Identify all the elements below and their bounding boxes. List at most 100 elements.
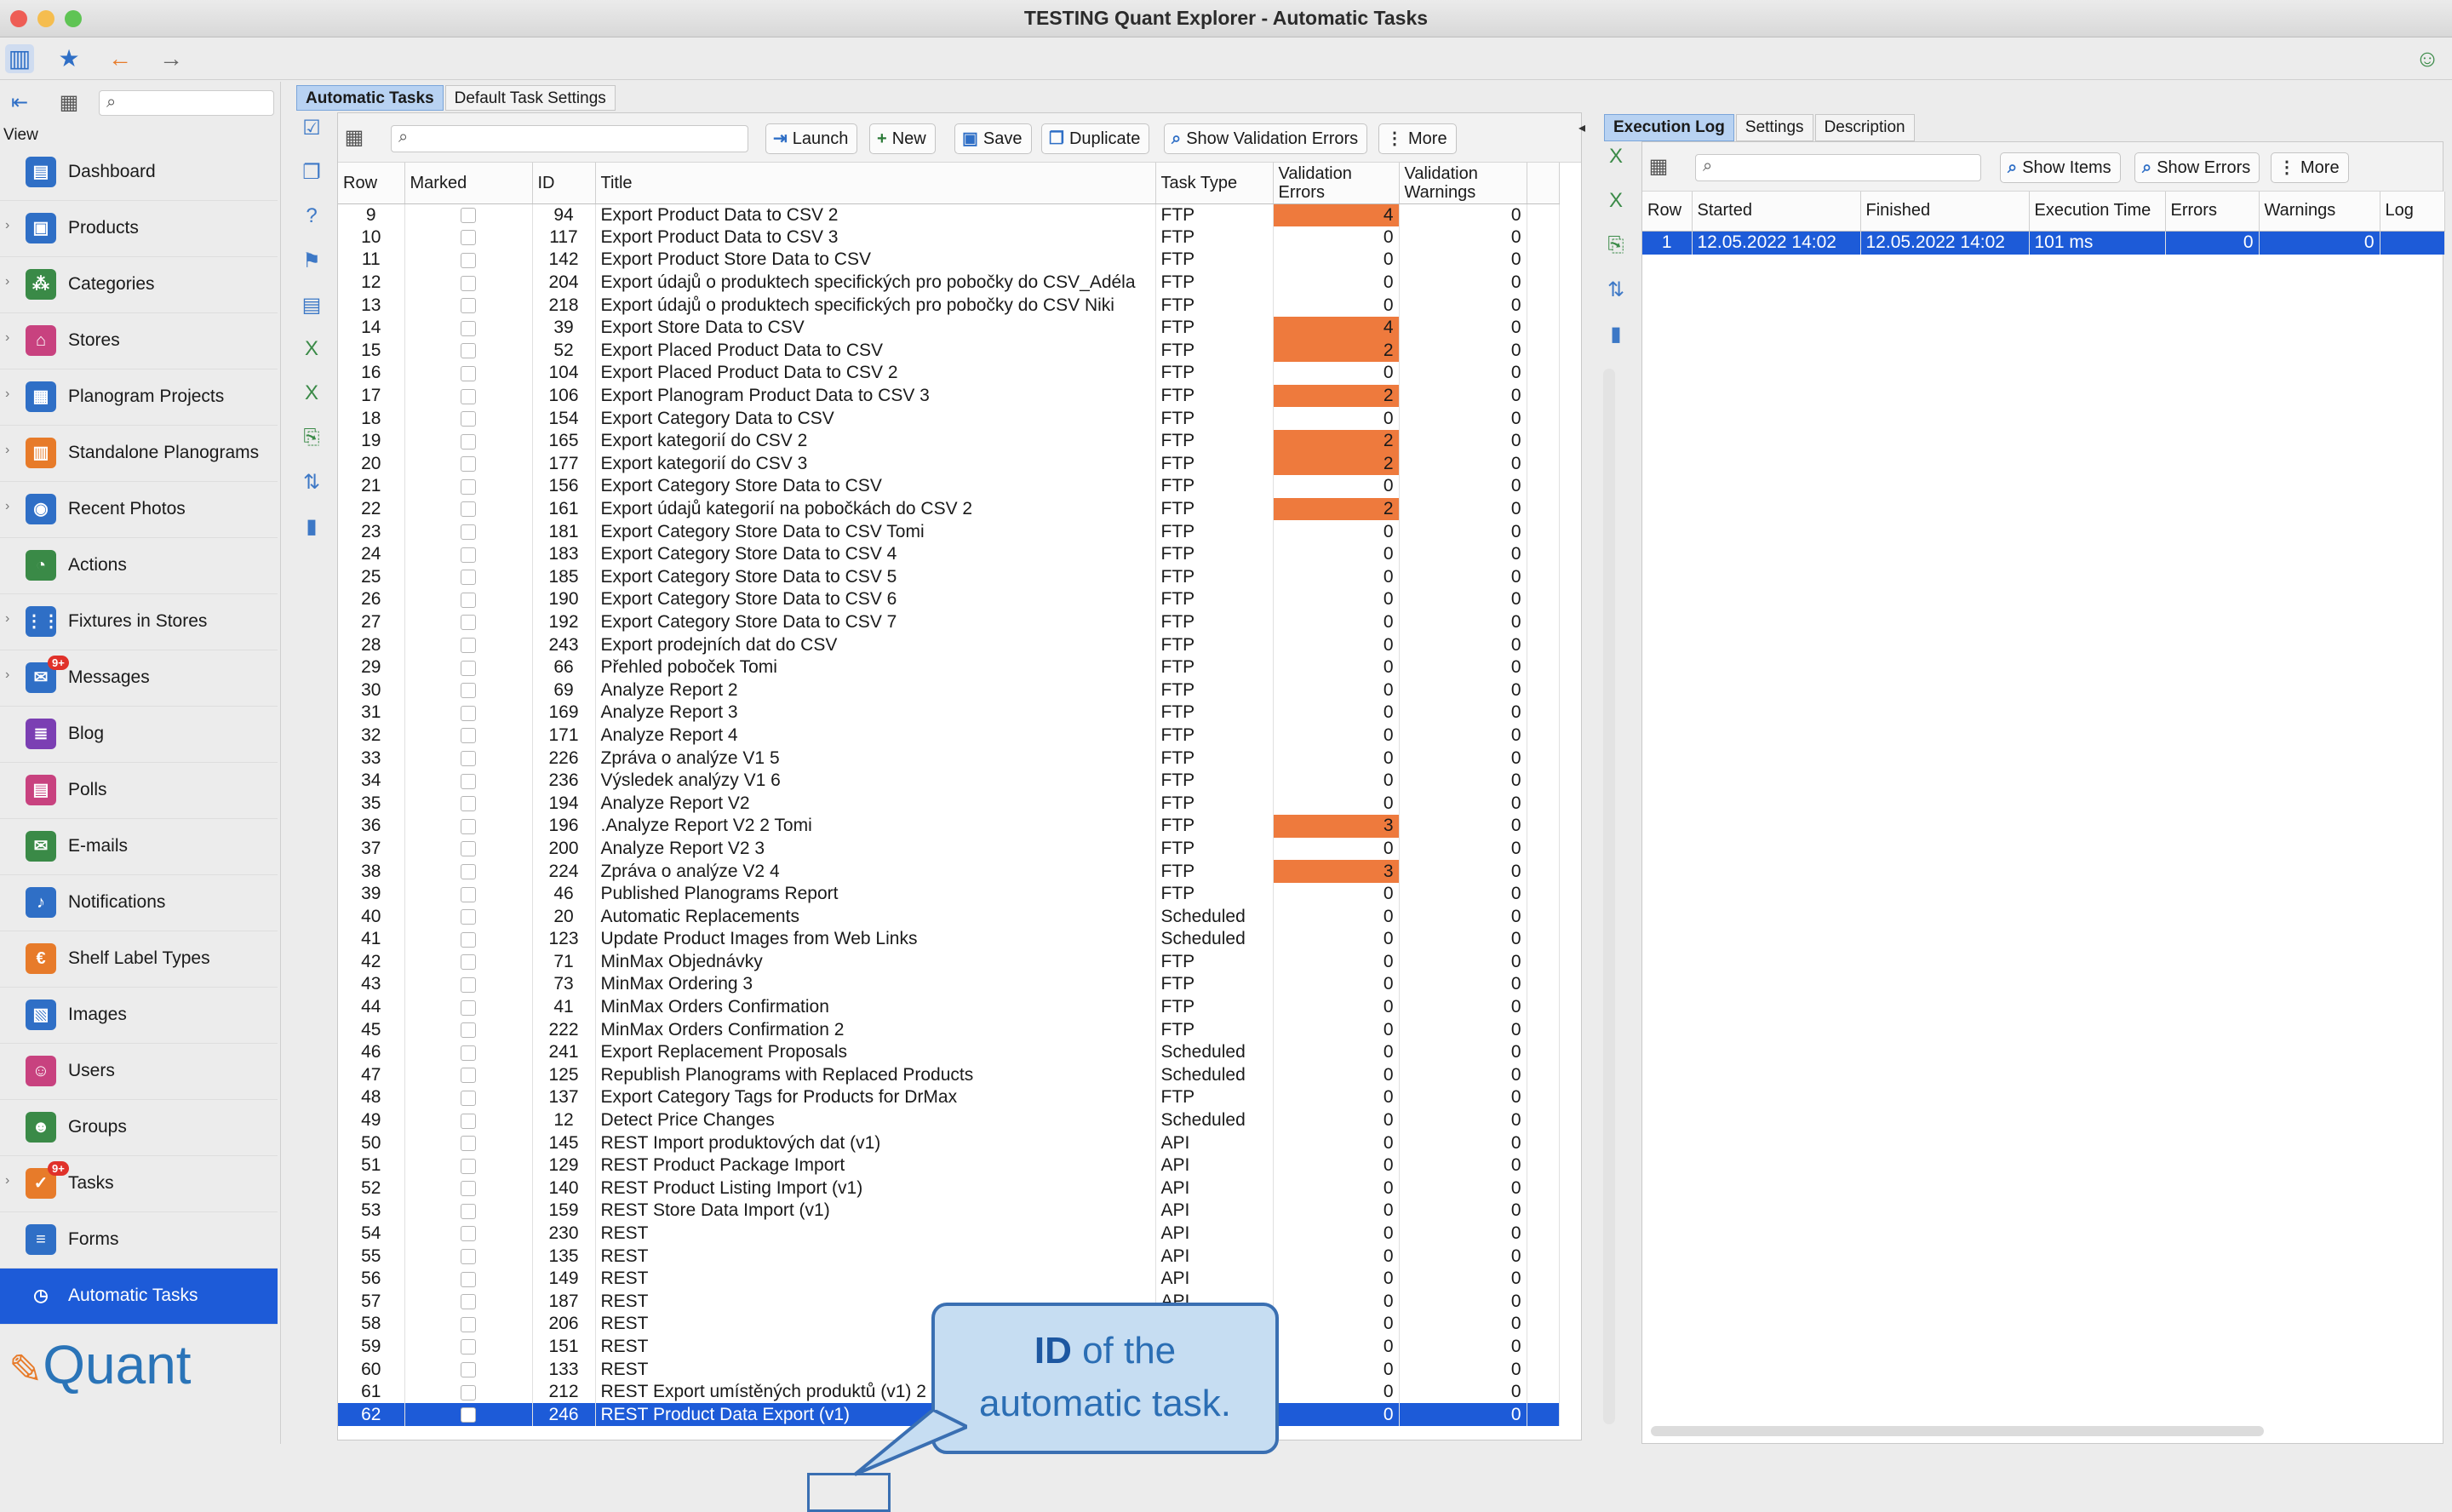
sidebar-item-dashboard[interactable]: ▤ Dashboard bbox=[0, 145, 278, 201]
marked-checkbox[interactable] bbox=[461, 547, 476, 563]
marked-checkbox[interactable] bbox=[461, 615, 476, 631]
marked-checkbox[interactable] bbox=[461, 1113, 476, 1129]
table-row[interactable]: 51 129 REST Product Package Import API 0 0 bbox=[338, 1154, 1560, 1177]
table-row[interactable]: 28 243 Export prodejních dat do CSV FTP 0 0 bbox=[338, 633, 1560, 656]
help-icon[interactable]: ? bbox=[291, 204, 332, 249]
table-row[interactable]: 22 161 Export údajů kategorií na pobočkách… bbox=[338, 497, 1560, 521]
table-row[interactable]: 40 20 Automatic Replacements Scheduled 0 0 bbox=[338, 905, 1560, 928]
table-row[interactable]: 16 104 Export Placed Product Data to CSV 2… bbox=[338, 362, 1560, 385]
log-column-header-log[interactable]: Log bbox=[2380, 192, 2445, 232]
marked-checkbox[interactable] bbox=[461, 208, 476, 223]
sidebar-item-fixtures-in-stores[interactable]: › ⋮⋮ Fixtures in Stores bbox=[0, 594, 278, 650]
sort-icon[interactable]: ⇅ bbox=[1596, 278, 1636, 322]
table-row[interactable]: 52 140 REST Product Listing Import (v1) API… bbox=[338, 1177, 1560, 1200]
marked-checkbox[interactable] bbox=[461, 1407, 476, 1423]
table-row[interactable]: 14 39 Export Store Data to CSV FTP 4 0 bbox=[338, 316, 1560, 340]
table-row[interactable]: 48 137 Export Category Tags for Products f… bbox=[338, 1086, 1560, 1109]
sidebar-item-categories[interactable]: › ⁂ Categories bbox=[0, 257, 278, 313]
sidebar-item-images[interactable]: ▧ Images bbox=[0, 988, 278, 1044]
table-row[interactable]: 19 165 Export kategorií do CSV 2 FTP 2 0 bbox=[338, 429, 1560, 453]
marked-checkbox[interactable] bbox=[461, 976, 476, 993]
table-row[interactable]: 13 218 Export údajů o produktech specifick… bbox=[338, 294, 1560, 317]
marked-checkbox[interactable] bbox=[461, 230, 476, 246]
csv-icon[interactable]: ⎘ bbox=[1596, 233, 1636, 278]
table-row[interactable]: 37 200 Analyze Report V2 3 FTP 0 0 bbox=[338, 837, 1560, 861]
marked-checkbox[interactable] bbox=[461, 660, 476, 676]
smiley-icon[interactable]: ☺ bbox=[2413, 44, 2442, 73]
marked-checkbox[interactable] bbox=[461, 954, 476, 971]
marked-checkbox[interactable] bbox=[461, 1181, 476, 1197]
marked-checkbox[interactable] bbox=[461, 1022, 476, 1039]
table-row[interactable]: 9 94 Export Product Data to CSV 2 FTP 4 0 bbox=[338, 203, 1560, 226]
marked-checkbox[interactable] bbox=[461, 683, 476, 699]
table-row[interactable]: 38 224 Zpráva o analýze V2 4 FTP 3 0 bbox=[338, 860, 1560, 883]
log-column-header-errors[interactable]: Errors bbox=[2165, 192, 2260, 232]
sidebar-item-forms[interactable]: ≡ Forms bbox=[0, 1212, 278, 1269]
sidebar-item-polls[interactable]: ▤ Polls bbox=[0, 763, 278, 819]
chevron-right-icon[interactable]: › bbox=[5, 667, 9, 683]
marked-checkbox[interactable] bbox=[461, 365, 476, 381]
sidebar-item-tasks[interactable]: › ✓ 9+ Tasks bbox=[0, 1156, 278, 1212]
table-row[interactable]: 34 236 Výsledek analýzy V1 6 FTP 0 0 bbox=[338, 769, 1560, 793]
chevron-right-icon[interactable]: › bbox=[5, 274, 9, 289]
chevron-right-icon[interactable]: › bbox=[5, 330, 9, 346]
table-row[interactable]: 18 154 Export Category Data to CSV FTP 0 0 bbox=[338, 407, 1560, 430]
column-header-validation-errors[interactable]: Validation Errors bbox=[1273, 163, 1400, 204]
sidebar-item-automatic-tasks[interactable]: ◷ Automatic Tasks bbox=[0, 1269, 278, 1325]
table-row[interactable]: 49 12 Detect Price Changes Scheduled 0 0 bbox=[338, 1108, 1560, 1132]
column-header-row[interactable]: Row bbox=[338, 163, 405, 204]
table-row[interactable]: 50 145 REST Import produktových dat (v1) AP… bbox=[338, 1131, 1560, 1154]
log-column-header-warnings[interactable]: Warnings bbox=[2259, 192, 2380, 232]
marked-checkbox[interactable] bbox=[461, 1226, 476, 1242]
chart-icon[interactable]: ▮ bbox=[291, 514, 332, 558]
sidebar-item-users[interactable]: ☺ Users bbox=[0, 1044, 278, 1100]
marked-checkbox[interactable] bbox=[461, 501, 476, 518]
marked-checkbox[interactable] bbox=[461, 298, 476, 314]
list-icon[interactable]: ▤ bbox=[291, 293, 332, 337]
collapse-left-arrow-icon[interactable]: ◂ bbox=[1578, 119, 1585, 136]
settings-table-icon[interactable]: ▦ bbox=[54, 89, 83, 117]
log-column-header-started[interactable]: Started bbox=[1692, 192, 1861, 232]
marked-checkbox[interactable] bbox=[461, 1362, 476, 1378]
grid-settings-icon[interactable]: ▦ bbox=[340, 123, 369, 152]
excel-icon[interactable]: X bbox=[291, 337, 332, 381]
marked-checkbox[interactable] bbox=[461, 1203, 476, 1219]
table-row[interactable]: 29 66 Přehled poboček Tomi FTP 0 0 bbox=[338, 656, 1560, 679]
marked-checkbox[interactable] bbox=[461, 1136, 476, 1152]
marked-checkbox[interactable] bbox=[461, 1068, 476, 1084]
marked-checkbox[interactable] bbox=[461, 524, 476, 541]
table-row[interactable]: 10 117 Export Product Data to CSV 3 FTP 0 0 bbox=[338, 226, 1560, 249]
table-row[interactable]: 23 181 Export Category Store Data to CSV T… bbox=[338, 520, 1560, 543]
more-button[interactable]: ⋮ More bbox=[1378, 123, 1457, 154]
marked-checkbox[interactable] bbox=[461, 999, 476, 1016]
tab-automatic-tasks[interactable]: Automatic Tasks bbox=[296, 85, 444, 111]
marked-checkbox[interactable] bbox=[461, 638, 476, 654]
chevron-right-icon[interactable]: › bbox=[5, 387, 9, 402]
sidebar-item-e-mails[interactable]: ✉ E-mails bbox=[0, 819, 278, 875]
log-more-button[interactable]: ⋮ More bbox=[2271, 152, 2349, 183]
log-column-header-finished[interactable]: Finished bbox=[1860, 192, 2030, 232]
marked-checkbox[interactable] bbox=[461, 841, 476, 857]
flag-icon[interactable]: ⚑ bbox=[291, 249, 332, 293]
marked-checkbox[interactable] bbox=[461, 456, 476, 472]
table-row[interactable]: 11 142 Export Product Store Data to CSV FTP… bbox=[338, 249, 1560, 272]
csv-icon[interactable]: ⎘ bbox=[291, 426, 332, 470]
marked-checkbox[interactable] bbox=[461, 1271, 476, 1287]
duplicate-button[interactable]: ❐ Duplicate bbox=[1041, 123, 1150, 154]
sidebar-item-standalone-planograms[interactable]: › ▥ Standalone Planograms bbox=[0, 426, 278, 482]
marked-checkbox[interactable] bbox=[461, 1339, 476, 1355]
marked-checkbox[interactable] bbox=[461, 570, 476, 586]
marked-checkbox[interactable] bbox=[461, 728, 476, 744]
tab-settings[interactable]: Settings bbox=[1735, 114, 1813, 141]
back-arrow-icon[interactable]: ← bbox=[106, 44, 135, 73]
marked-checkbox[interactable] bbox=[461, 909, 476, 925]
forward-arrow-icon[interactable]: → bbox=[157, 44, 186, 73]
marked-checkbox[interactable] bbox=[461, 796, 476, 812]
new-button[interactable]: + New bbox=[869, 123, 936, 154]
sidebar-item-notifications[interactable]: ♪ Notifications bbox=[0, 875, 278, 931]
marked-checkbox[interactable] bbox=[461, 886, 476, 902]
marked-checkbox[interactable] bbox=[461, 1158, 476, 1174]
sidebar-item-recent-photos[interactable]: › ◉ Recent Photos bbox=[0, 482, 278, 538]
column-header-validation-warnings[interactable]: Validation Warnings bbox=[1399, 163, 1527, 204]
chevron-right-icon[interactable]: › bbox=[5, 1173, 9, 1188]
